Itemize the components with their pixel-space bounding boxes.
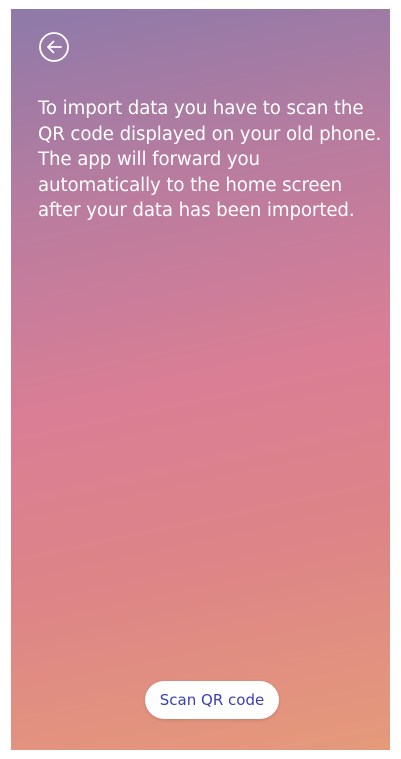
scan-qr-code-button[interactable]: Scan QR code [145,681,279,719]
import-instructions: To import data you have to scan the QR c… [38,98,382,221]
import-data-screen: To import data you have to scan the QR c… [11,9,390,750]
back-button[interactable] [38,31,70,63]
arrow-left-circle-icon [39,32,69,62]
